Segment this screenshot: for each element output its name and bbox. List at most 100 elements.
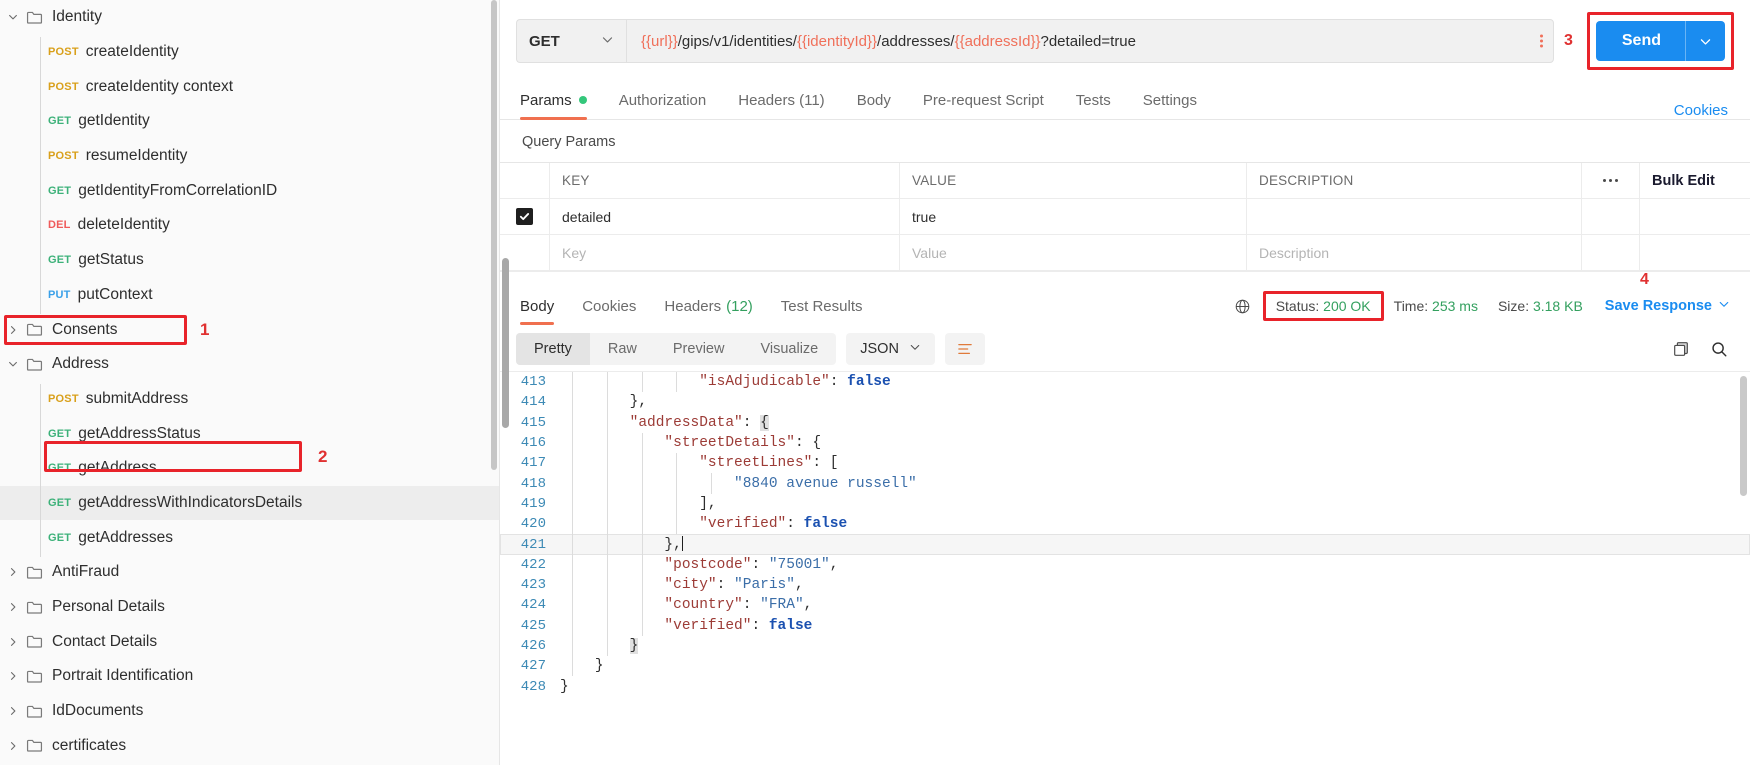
row-options-cell[interactable] xyxy=(1582,199,1640,235)
code-text: } xyxy=(560,638,1750,654)
view-mode-visualize[interactable]: Visualize xyxy=(742,333,836,365)
indent-guide xyxy=(641,473,643,494)
sidebar-request-getstatus[interactable]: GET getStatus xyxy=(0,243,499,278)
response-format-select[interactable]: JSON xyxy=(846,333,935,365)
table-row[interactable]: detailed true xyxy=(500,199,1750,235)
chevron-right-icon[interactable] xyxy=(0,566,26,578)
response-tab-bar[interactable]: 4 Body Cookies Headers (12) Test Results Sta… xyxy=(500,271,1750,325)
empty-param-key-input[interactable]: Key xyxy=(550,235,900,271)
sidebar-request-createidentity-context[interactable]: POST createIdentity context xyxy=(0,69,499,104)
sidebar-folder-identity[interactable]: Identity xyxy=(0,0,499,35)
sidebar-request-resumeidentity[interactable]: POST resumeIdentity xyxy=(0,139,499,174)
collection-tree[interactable]: Identity POST createIdentity POST createIden… xyxy=(0,0,499,763)
url-variable: {{addressId}} xyxy=(954,32,1041,50)
tab-params[interactable]: Params xyxy=(516,81,603,120)
sidebar-request-getaddresswithindicatorsdetails[interactable]: GET getAddressWithIndicatorsDetails xyxy=(0,485,499,521)
sidebar-request-getaddressstatus[interactable]: GET getAddressStatus xyxy=(0,416,499,451)
chevron-right-icon[interactable] xyxy=(0,740,26,752)
send-button[interactable]: Send xyxy=(1595,21,1725,61)
sidebar-folder-address[interactable]: Address xyxy=(0,347,499,382)
main-pane-scrollbar[interactable] xyxy=(502,258,509,428)
sidebar-request-submitaddress[interactable]: POST submitAddress xyxy=(0,382,499,417)
sidebar-request-getaddress[interactable]: GET getAddress xyxy=(0,451,499,486)
table-row-empty[interactable]: Key Value Description xyxy=(500,235,1750,271)
sidebar-folder-personal-details[interactable]: Personal Details xyxy=(0,590,499,625)
code-token: ], xyxy=(699,495,717,512)
code-text: "addressData": { xyxy=(560,414,1750,431)
wrap-lines-button[interactable] xyxy=(944,333,985,365)
tab-pre-request[interactable]: Pre-request Script xyxy=(907,81,1060,119)
code-scrollbar[interactable] xyxy=(1740,376,1747,496)
chevron-right-icon[interactable] xyxy=(0,601,26,613)
tab-settings[interactable]: Settings xyxy=(1127,81,1213,119)
search-icon[interactable] xyxy=(1710,340,1728,358)
sidebar-folder-consents[interactable]: Consents xyxy=(0,312,499,347)
response-tab-test-results[interactable]: Test Results xyxy=(767,287,877,325)
tab-authorization[interactable]: Authorization xyxy=(603,81,723,119)
param-description-input[interactable] xyxy=(1247,199,1582,235)
sidebar-request-getidentityfromcorrelationid[interactable]: GET getIdentityFromCorrelationID xyxy=(0,173,499,208)
code-text: "8840 avenue russell" xyxy=(560,476,1750,492)
response-body-code[interactable]: 413 "isAdjudicable": false 414 }, 415 "add… xyxy=(500,371,1750,765)
http-method-select[interactable]: GET xyxy=(516,19,626,63)
param-value-input[interactable]: true xyxy=(900,199,1247,235)
chevron-right-icon[interactable] xyxy=(0,636,26,648)
empty-row-options-cell[interactable] xyxy=(1582,235,1640,271)
line-number: 416 xyxy=(520,435,546,452)
header-checkbox-cell xyxy=(500,163,550,199)
param-enabled-checkbox[interactable] xyxy=(516,208,533,225)
sidebar-request-getidentity[interactable]: GET getIdentity xyxy=(0,104,499,139)
column-options-icon[interactable] xyxy=(1582,163,1640,199)
empty-param-value-input[interactable]: Value xyxy=(900,235,1247,271)
view-mode-pretty[interactable]: Pretty xyxy=(516,333,590,365)
cookies-link[interactable]: Cookies xyxy=(1674,102,1734,119)
tab-headers[interactable]: Headers (11) xyxy=(722,81,840,119)
response-view-toolbar[interactable]: Pretty Raw Preview Visualize JSON xyxy=(500,325,1750,371)
chevron-right-icon[interactable] xyxy=(0,324,26,336)
sidebar-request-putcontext[interactable]: PUT putContext xyxy=(0,278,499,313)
response-tab-body[interactable]: Body xyxy=(516,287,568,325)
column-header-value: VALUE xyxy=(900,163,1247,199)
view-mode-preview[interactable]: Preview xyxy=(655,333,743,365)
indent-guide xyxy=(641,534,643,555)
sidebar-folder-antifraud[interactable]: AntiFraud xyxy=(0,555,499,590)
send-options-caret-icon[interactable] xyxy=(1685,21,1725,61)
code-token: }, xyxy=(629,394,648,411)
folder-icon xyxy=(26,600,43,615)
line-number: 417 xyxy=(520,455,546,472)
view-mode-raw[interactable]: Raw xyxy=(590,333,655,365)
chevron-right-icon[interactable] xyxy=(0,705,26,717)
sidebar-request-deleteidentity[interactable]: DEL deleteIdentity xyxy=(0,208,499,243)
url-input[interactable]: {{url}}/gips/v1/identities/{{identityId}… xyxy=(626,19,1554,63)
folder-icon xyxy=(26,10,43,25)
copy-icon[interactable] xyxy=(1672,340,1690,358)
tab-tests[interactable]: Tests xyxy=(1060,81,1127,119)
chevron-right-icon[interactable] xyxy=(0,670,26,682)
collection-sidebar[interactable]: Identity POST createIdentity POST createIden… xyxy=(0,0,500,765)
query-params-table[interactable]: KEY VALUE DESCRIPTION Bulk Edit detailed xyxy=(500,162,1750,271)
globe-icon[interactable] xyxy=(1234,298,1251,315)
param-key-input[interactable]: detailed xyxy=(550,199,900,235)
chevron-down-icon[interactable] xyxy=(0,11,26,23)
indent-guide xyxy=(641,493,643,515)
empty-param-description-input[interactable]: Description xyxy=(1247,235,1582,271)
tab-body[interactable]: Body xyxy=(841,81,907,119)
sidebar-folder-portrait-identification[interactable]: Portrait Identification xyxy=(0,659,499,694)
sidebar-request-createidentity[interactable]: POST createIdentity xyxy=(0,35,499,70)
response-view-mode-group[interactable]: Pretty Raw Preview Visualize xyxy=(516,333,837,365)
save-response-button[interactable]: Save Response xyxy=(1593,298,1734,314)
response-tab-label: Body xyxy=(520,297,555,315)
row-checkbox-cell[interactable] xyxy=(500,199,550,235)
sidebar-request-getaddresses[interactable]: GET getAddresses xyxy=(0,520,499,555)
chevron-down-icon[interactable] xyxy=(0,358,26,370)
code-line: 418 "8840 avenue russell" xyxy=(500,473,1750,494)
response-tools[interactable] xyxy=(1672,340,1734,358)
response-tab-cookies[interactable]: Cookies xyxy=(568,287,650,325)
sidebar-scrollbar[interactable] xyxy=(491,0,497,470)
request-tab-bar[interactable]: Params Authorization Headers (11) Body Pre-r… xyxy=(500,82,1750,120)
sidebar-folder-certificates[interactable]: certificates xyxy=(0,728,499,763)
sidebar-folder-iddocuments[interactable]: IdDocuments xyxy=(0,694,499,729)
response-tab-headers[interactable]: Headers (12) xyxy=(650,287,766,325)
bulk-edit-button[interactable]: Bulk Edit xyxy=(1640,163,1750,199)
sidebar-folder-contact-details[interactable]: Contact Details xyxy=(0,624,499,659)
